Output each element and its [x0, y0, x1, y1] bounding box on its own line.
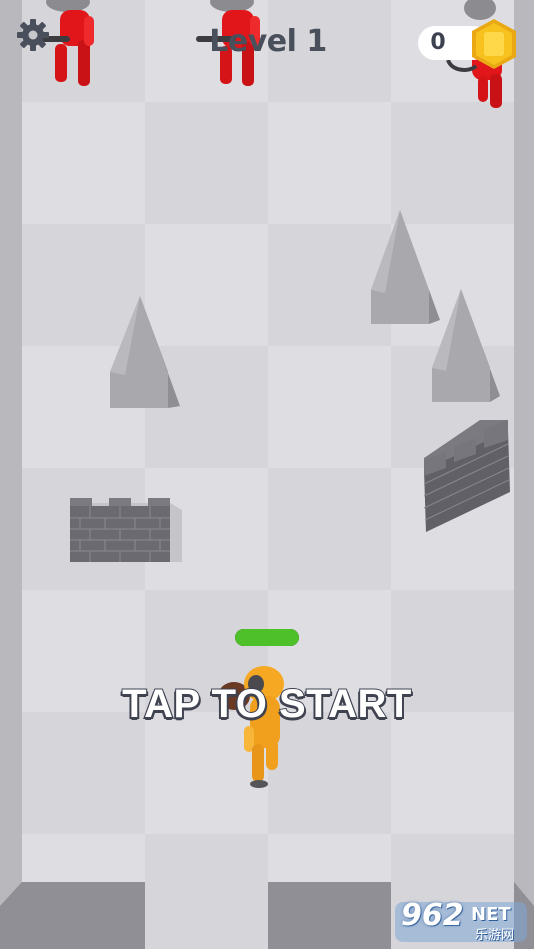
watermark-brand: 962: [401, 898, 464, 933]
floor-tile: [22, 224, 145, 346]
floor-tile: [22, 712, 145, 834]
floor-tile: [391, 102, 514, 224]
player-health-bar: [235, 629, 299, 646]
tap-to-start-prompt[interactable]: TAP TO START: [0, 681, 534, 727]
brick-wall-obstacle: [70, 498, 182, 562]
player-health-fill: [235, 629, 299, 646]
watermark-suffix: NET: [471, 904, 511, 925]
floor-tile: [145, 102, 268, 224]
watermark-subtitle: 乐游网: [475, 928, 515, 943]
floor-tile: [268, 712, 391, 834]
left-wall: [0, 0, 22, 906]
settings-button[interactable]: [16, 18, 50, 52]
floor-tile: [268, 468, 391, 590]
right-wall: [514, 0, 534, 906]
floor-tile: [145, 834, 268, 949]
gear-icon: [17, 19, 49, 51]
level-label: Level 1: [209, 24, 327, 59]
floor-tile: [268, 224, 391, 346]
hexagon-coin-icon: [472, 19, 516, 69]
coin-count: 0: [430, 30, 446, 55]
game-scene[interactable]: [0, 0, 534, 949]
site-watermark: 962 NET 乐游网: [393, 898, 529, 944]
